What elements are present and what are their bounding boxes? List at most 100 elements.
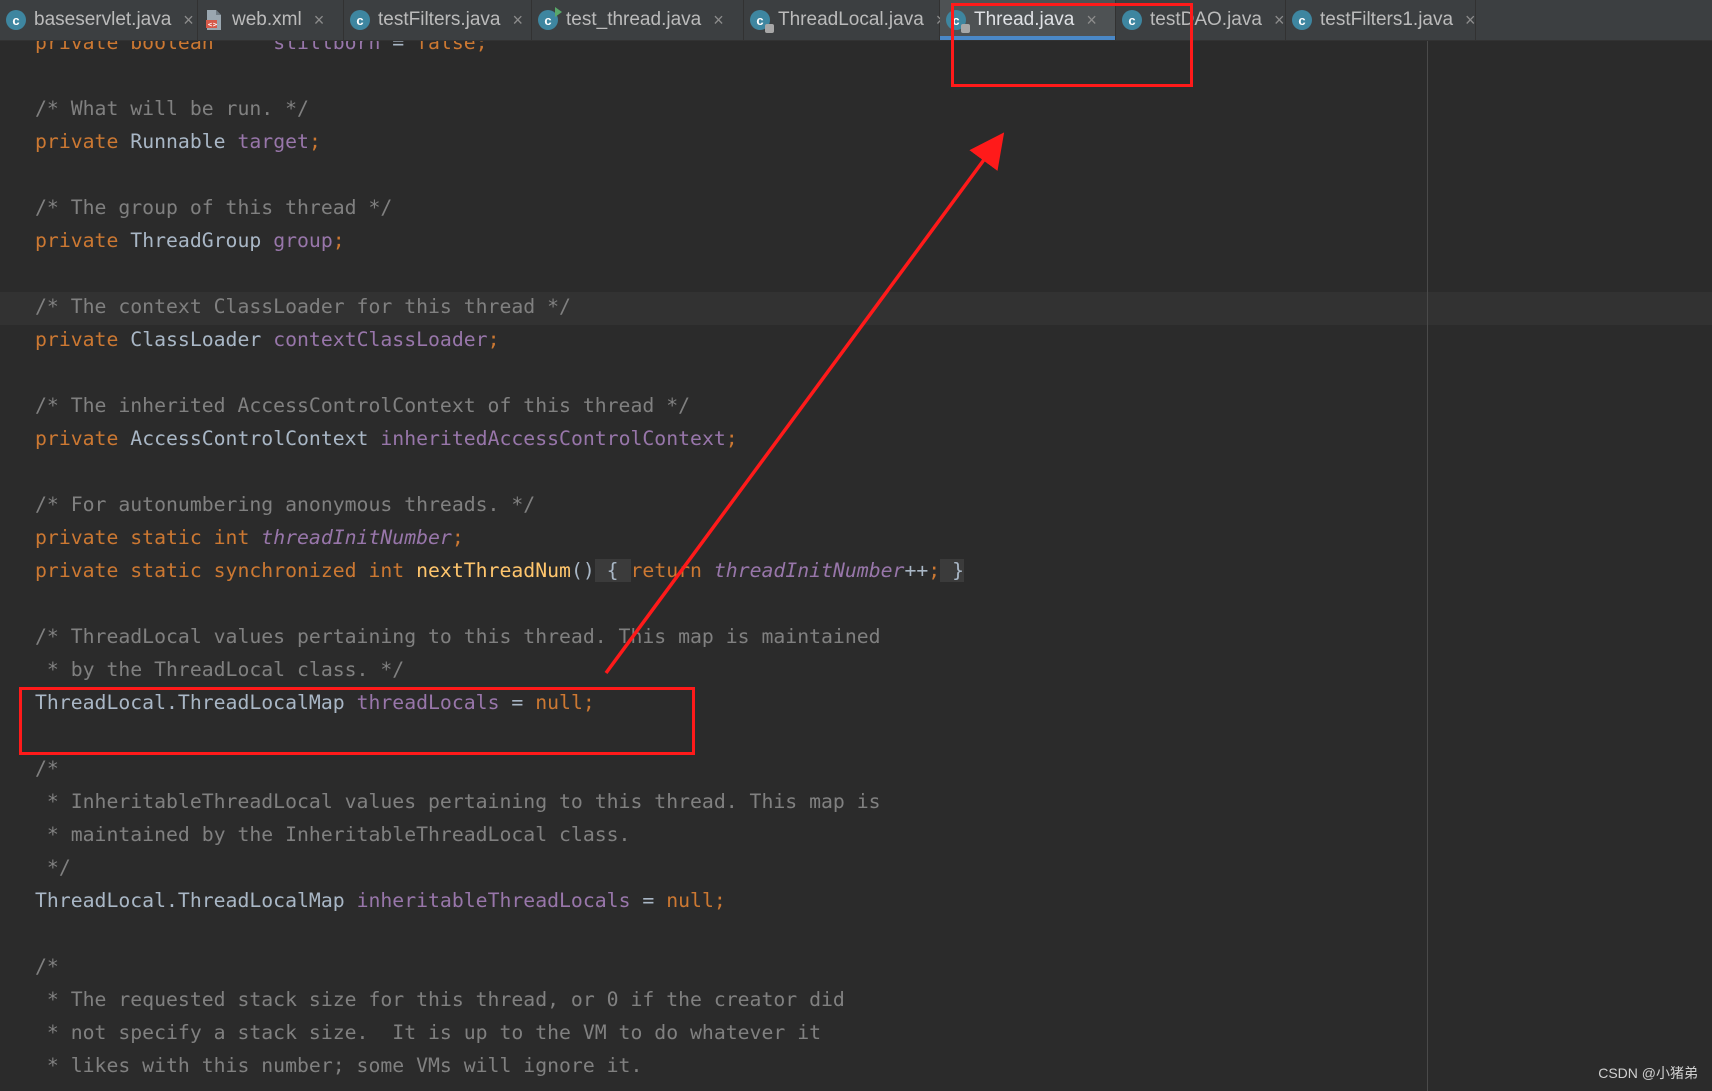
code-line[interactable] [35, 356, 964, 389]
code-token-type: ThreadLocal.ThreadLocalMap [35, 889, 357, 912]
code-line[interactable]: private static int threadInitNumber; [35, 521, 964, 554]
tab-threadlocal-java[interactable]: cThreadLocal.java× [744, 0, 946, 40]
code-token-plain: ++ [904, 559, 929, 582]
code-line[interactable]: private static synchronized int nextThre… [35, 554, 965, 587]
code-line[interactable] [35, 719, 964, 752]
code-line[interactable]: * The requested stack size for this thre… [35, 983, 964, 1016]
code-line[interactable]: * likes with this number; some VMs will … [35, 1049, 964, 1082]
code-token-keyword: private static int [35, 526, 262, 549]
code-token-plain: = [380, 41, 417, 54]
code-editor[interactable]: private boolean stillborn = false; /* Wha… [0, 41, 1712, 1091]
code-line[interactable]: */ [35, 851, 964, 884]
tab-testfilters1-java[interactable]: c testFilters1.java × [1286, 0, 1476, 40]
code-token-punct: ; [487, 328, 500, 351]
code-line[interactable]: /* The context ClassLoader for this thre… [35, 290, 964, 323]
tab-label: baseservlet.java [34, 9, 172, 30]
code-line[interactable]: /* The group of this thread */ [35, 191, 964, 224]
editor-tab-bar: c baseservlet.java × <> web.xml × c testFilters… [0, 0, 1712, 41]
code-token-comment: * by the ThreadLocal class. */ [35, 658, 405, 681]
code-token-field: contextClassLoader [273, 328, 488, 351]
close-icon[interactable]: × [1274, 10, 1285, 31]
code-line[interactable]: ThreadLocal.ThreadLocalMap inheritableTh… [35, 884, 964, 917]
code-line[interactable]: /* [35, 752, 964, 785]
tab-web-xml[interactable]: <> web.xml × [198, 0, 344, 40]
code-line[interactable]: ThreadLocal.ThreadLocalMap threadLocals … [35, 686, 964, 719]
code-token-type: Runnable [130, 130, 238, 153]
code-token-punct: ; [308, 130, 321, 153]
code-token-comment: * The requested stack size for this thre… [35, 988, 845, 1011]
code-token-type: ThreadLocal.ThreadLocalMap [35, 691, 357, 714]
code-token-comment: /* The context ClassLoader for this thre… [35, 295, 571, 318]
code-line[interactable] [35, 59, 964, 92]
code-token-comment: /* The group of this thread */ [35, 196, 393, 219]
code-token-keyword: null; [535, 691, 595, 714]
tab-label: testDAO.java [1150, 9, 1262, 30]
code-token-comment: /* [35, 757, 59, 780]
code-line[interactable]: /* The inherited AccessControlContext of… [35, 389, 964, 422]
close-icon[interactable]: × [1086, 10, 1097, 31]
code-token-field: inheritedAccessControlContext [380, 427, 726, 450]
code-line[interactable]: * by the ThreadLocal class. */ [35, 653, 964, 686]
tab-testfilters-java[interactable]: c testFilters.java × [344, 0, 532, 40]
close-icon[interactable]: × [1465, 10, 1476, 31]
code-token-keyword: false; [416, 41, 488, 54]
code-token-comment: * likes with this number; some VMs will … [35, 1054, 643, 1077]
code-token-type: ThreadGroup [130, 229, 274, 252]
code-token-punct: ; [332, 229, 345, 252]
close-icon[interactable]: × [314, 10, 325, 31]
code-line[interactable]: /* What will be run. */ [35, 92, 964, 125]
code-line[interactable]: * not specify a stack size. It is up to … [35, 1016, 964, 1049]
code-line[interactable]: /* [35, 950, 964, 983]
tab-testdao-java[interactable]: c testDAO.java × [1116, 0, 1286, 40]
code-line[interactable]: /* For autonumbering anonymous threads. … [35, 488, 964, 521]
code-line[interactable]: private ClassLoader contextClassLoader; [35, 323, 964, 356]
java-class-icon: c [350, 10, 370, 30]
code-token-comment: * not specify a stack size. It is up to … [35, 1021, 822, 1044]
code-token-fold: { [594, 559, 631, 582]
java-class-icon: c [6, 10, 26, 30]
code-line[interactable]: private ThreadGroup group; [35, 224, 964, 257]
close-icon[interactable]: × [512, 10, 523, 31]
code-token-punct: ; [725, 427, 738, 450]
tab-label: test_thread.java [566, 9, 702, 30]
tab-label: ThreadLocal.java [778, 9, 924, 30]
java-runnable-class-icon: c [538, 7, 562, 30]
close-icon[interactable]: × [183, 10, 194, 31]
java-class-icon: c [1122, 10, 1142, 30]
code-token-comment: /* For autonumbering anonymous threads. … [35, 493, 536, 516]
java-class-icon: c [750, 10, 774, 33]
code-line[interactable] [35, 917, 964, 950]
code-line[interactable]: private boolean stillborn = false; [35, 41, 964, 59]
tab-thread-java[interactable]: c Thread.java × [940, 0, 1116, 40]
code-line[interactable]: * InheritableThreadLocal values pertaini… [35, 785, 964, 818]
code-token-keyword: private [35, 229, 131, 252]
code-token-comment: * InheritableThreadLocal values pertaini… [35, 790, 881, 813]
code-token-keyword: null; [666, 889, 726, 912]
code-token-static-field: threadInitNumber [261, 526, 452, 549]
tab-test-thread-java[interactable]: c test_thread.java × [532, 0, 744, 40]
svg-text:<>: <> [208, 22, 218, 29]
code-line[interactable] [35, 158, 964, 191]
code-token-keyword: return [630, 559, 714, 582]
java-class-icon: c [1292, 10, 1312, 30]
code-token-type: ClassLoader [130, 328, 274, 351]
tab-baseservlet-java[interactable]: c baseservlet.java × [0, 0, 198, 40]
right-margin-guide [1427, 41, 1428, 1091]
close-icon[interactable]: × [713, 10, 724, 31]
code-token-comment: */ [35, 856, 71, 879]
code-line[interactable]: * maintained by the InheritableThreadLoc… [35, 818, 964, 851]
tab-label: web.xml [232, 9, 302, 30]
code-token-field: threadLocals [356, 691, 500, 714]
code-token-comment: /* What will be run. */ [35, 97, 309, 120]
code-line[interactable]: private AccessControlContext inheritedAc… [35, 422, 964, 455]
java-class-icon: c [946, 10, 970, 33]
tab-label: testFilters.java [378, 9, 501, 30]
code-token-method: nextThreadNum [416, 559, 571, 582]
code-line[interactable] [35, 587, 964, 620]
code-line[interactable] [35, 455, 964, 488]
code-line[interactable] [35, 257, 964, 290]
code-line[interactable]: private Runnable target; [35, 125, 964, 158]
code-line[interactable]: /* ThreadLocal values pertaining to this… [35, 620, 964, 653]
code-area[interactable]: private boolean stillborn = false; /* Wha… [35, 41, 965, 1082]
code-token-plain: = [630, 889, 667, 912]
